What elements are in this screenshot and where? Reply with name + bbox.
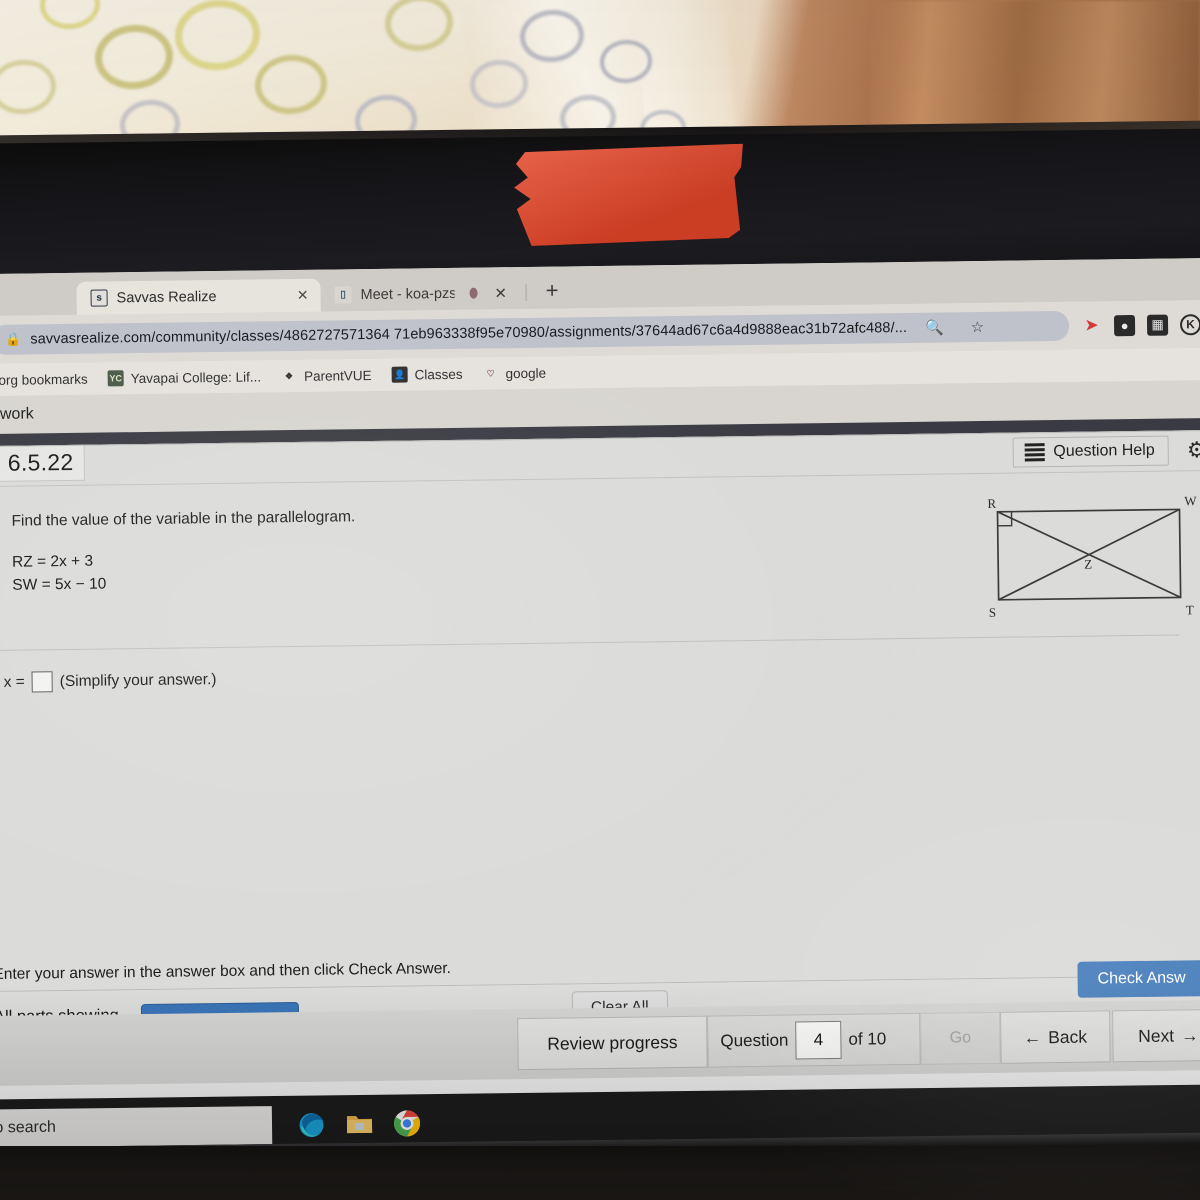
answer-row: x = (Simplify your answer.) (4, 669, 217, 693)
parentvue-icon: ❖ (281, 368, 297, 384)
taskbar-app-icons (294, 1106, 424, 1142)
question-help-label: Question Help (1053, 442, 1155, 461)
question-help-button[interactable]: Question Help (1012, 436, 1169, 468)
browser-tab-meet[interactable]: ▯ Meet - koa-pzst-jmp ✕ + (320, 275, 570, 311)
back-button[interactable]: ← Back (1000, 1010, 1111, 1063)
question-number-input[interactable]: 4 (795, 1021, 841, 1060)
red-tape-over-webcam (511, 144, 745, 247)
figure-svg: R W T S Z (973, 491, 1200, 624)
search-icon[interactable]: 🔍 (916, 318, 953, 336)
search-placeholder: to search (0, 1119, 56, 1138)
answer-input[interactable] (32, 671, 53, 692)
check-answer-button[interactable]: Check Answ (1077, 960, 1200, 998)
question-jump-group: Question 4 of 10 (707, 1013, 921, 1068)
vertex-label-R: R (987, 496, 996, 511)
bookmark-item[interactable]: ❖ ParentVUE (281, 367, 372, 384)
lock-icon: 🔒 (5, 332, 21, 348)
vertex-label-Z: Z (1084, 557, 1092, 572)
classes-icon: 👤 (391, 367, 407, 383)
bookmark-item[interactable]: 20.org bookmarks (0, 371, 88, 387)
arrow-right-icon: → (1181, 1025, 1199, 1046)
url-text: savvasrealize.com/community/classes/4862… (30, 320, 907, 347)
laptop-screen: ✕ s Savvas Realize ✕ ▯ Meet - koa-pzst-j… (0, 258, 1200, 1154)
breadcrumb: nework (0, 405, 34, 424)
question-body: Find the value of the variable in the pa… (0, 471, 1200, 598)
list-icon (1024, 443, 1044, 461)
new-tab-button[interactable]: + (546, 280, 559, 305)
answer-label: x = (4, 673, 25, 691)
close-icon[interactable]: ✕ (297, 287, 309, 304)
recording-dot-icon (469, 288, 477, 299)
close-icon[interactable]: ✕ (494, 284, 507, 302)
chrome-icon[interactable] (390, 1106, 424, 1140)
google-icon: ♡ (482, 365, 498, 381)
bookmark-label: 20.org bookmarks (0, 371, 88, 387)
go-button[interactable]: Go (920, 1012, 1001, 1065)
bookmark-item[interactable]: 👤 Classes (391, 366, 462, 383)
tape-sheen (511, 144, 745, 247)
question-nav-bar: Review progress Question 4 of 10 Go ← Ba… (0, 1000, 1200, 1086)
answer-hint: (Simplify your answer.) (60, 671, 217, 691)
pocket-icon[interactable]: ➤ (1081, 315, 1102, 336)
bookmark-label: Classes (414, 366, 462, 382)
gear-icon[interactable]: ⚙ (1187, 437, 1200, 463)
savvas-icon: s (91, 289, 108, 306)
vertex-label-T: T (1186, 602, 1194, 617)
question-number-tab[interactable]: 6.5.22 (0, 446, 85, 482)
edge-icon[interactable] (294, 1107, 328, 1141)
browser-tab-savvas[interactable]: s Savvas Realize ✕ (76, 279, 320, 315)
file-explorer-icon[interactable] (342, 1107, 376, 1141)
bookmark-item[interactable]: ♡ google (482, 365, 546, 382)
next-label: Next (1138, 1025, 1174, 1046)
next-button[interactable]: Next → (1112, 1009, 1200, 1062)
review-progress-button[interactable]: Review progress (517, 1016, 708, 1070)
taskbar-search-input[interactable]: to search (0, 1106, 272, 1148)
back-label: Back (1048, 1026, 1087, 1048)
tab-title: Meet - koa-pzst-jmp (360, 285, 454, 302)
bookmark-label: ParentVUE (304, 367, 372, 383)
question-card: 6.5.22 Question Help ⚙ Find the value of… (0, 430, 1200, 1042)
bookmark-label: google (505, 365, 546, 381)
bookmark-star-icon[interactable]: ☆ (962, 318, 994, 336)
photo-scene: ✕ s Savvas Realize ✕ ▯ Meet - koa-pzst-j… (0, 0, 1200, 1200)
arrow-left-icon: ← (1024, 1027, 1042, 1048)
lastpass-icon[interactable]: ● (1114, 314, 1135, 335)
meet-icon: ▯ (334, 286, 351, 303)
of-total-label: of 10 (848, 1029, 886, 1049)
kami-icon[interactable]: K (1180, 314, 1200, 335)
bookmark-item[interactable]: YC Yavapai College: Lif... (108, 368, 262, 386)
vertex-label-W: W (1184, 493, 1197, 508)
question-label: Question (720, 1031, 788, 1052)
bookmark-label: Yavapai College: Lif... (131, 369, 262, 386)
screenshot-icon[interactable]: ▦ (1147, 314, 1168, 335)
parallelogram-figure: R W T S Z (973, 491, 1200, 624)
tab-title: Savvas Realize (117, 289, 217, 306)
address-bar[interactable]: 🔒 savvasrealize.com/community/classes/48… (0, 311, 1069, 355)
vertex-label-S: S (989, 605, 996, 620)
divider (526, 284, 527, 301)
yavapai-icon: YC (108, 370, 124, 386)
divider (0, 634, 1179, 650)
desk-shadow (0, 1146, 1200, 1200)
